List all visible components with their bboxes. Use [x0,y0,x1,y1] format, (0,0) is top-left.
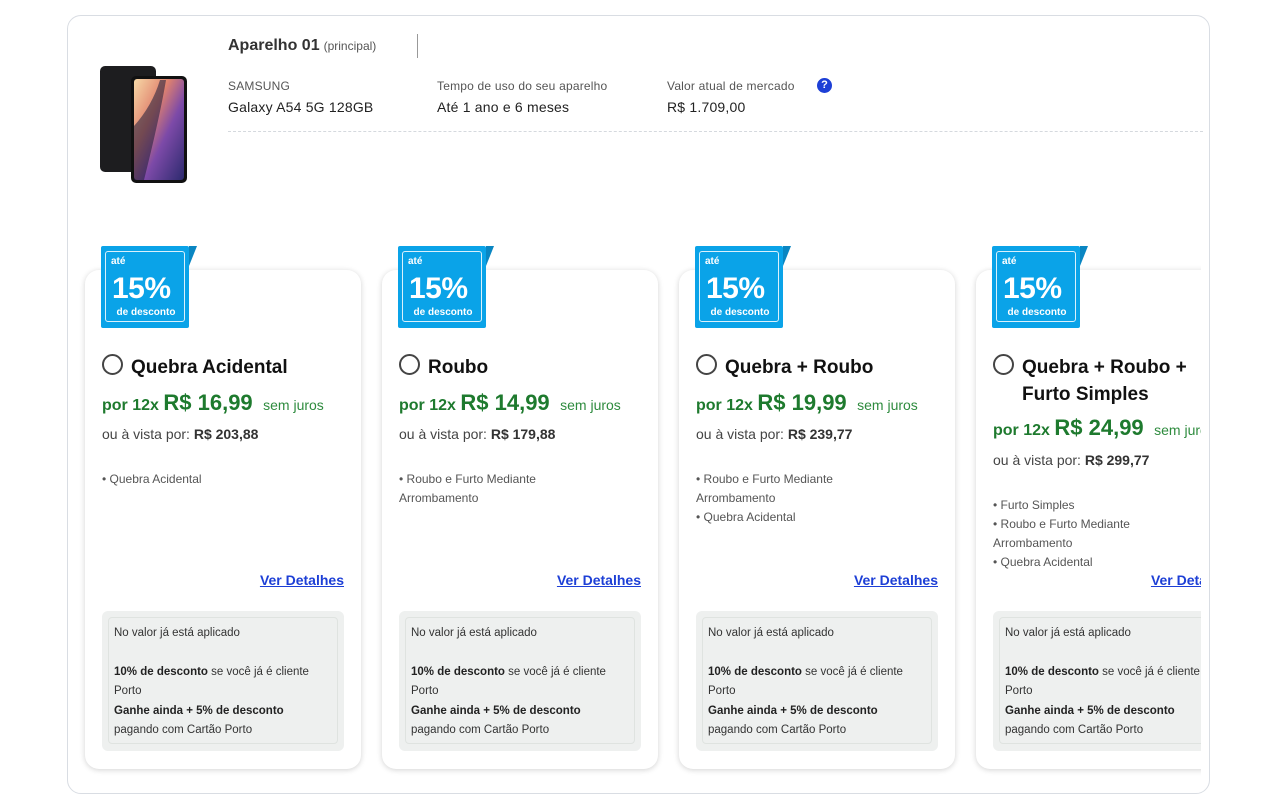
installment-price: por 12x R$ 19,99 sem juros [696,390,918,415]
promo-box: No valor já está aplicado 10% de descont… [399,611,641,751]
cash-value: R$ 239,77 [787,426,853,442]
coverage-item: • Furto Simples [993,498,1075,512]
device-title: Aparelho 01 (principal) [228,37,376,55]
insurance-panel: Aparelho 01 (principal) SAMSUNG Galaxy A… [67,15,1210,794]
promo-box: No valor já está aplicado 10% de descont… [696,611,938,751]
plan-radio[interactable] [696,354,717,375]
promo-box: No valor já está aplicado 10% de descont… [102,611,344,751]
cash-price: ou à vista por: R$ 203,88 [102,426,259,442]
discount-badge: até 15% de desconto [695,246,791,328]
coverage-item: • Roubo e Furto Mediante Arrombamento [993,517,1130,550]
installment-value: R$ 16,99 [163,390,253,415]
details-link[interactable]: Ver Detalhes [1151,572,1201,588]
plan-card[interactable]: até 15% de desconto Roubo por 12x R$ 14,… [382,246,658,769]
discount-badge: até 15% de desconto [992,246,1088,328]
badge-ate: até [111,256,126,267]
model-value: Galaxy A54 5G 128GB [228,99,374,115]
badge-percent: 15% [112,272,171,305]
cash-price: ou à vista por: R$ 299,77 [993,452,1150,468]
discount-badge: até 15% de desconto [101,246,197,328]
plan-title: Quebra Acidental [131,357,288,378]
details-link[interactable]: Ver Detalhes [854,572,938,588]
coverage-item: • Quebra Acidental [696,510,796,524]
cash-value: R$ 203,88 [193,426,259,442]
installment-value: R$ 24,99 [1054,415,1144,440]
plan-card[interactable]: até 15% de desconto Quebra + Roubo + Fur… [976,246,1201,769]
discount-badge: até 15% de desconto [398,246,494,328]
installment-value: R$ 19,99 [757,390,847,415]
plan-title: Quebra + Roubo [725,357,874,378]
plans-carousel: até 15% de desconto Quebra Acidental por… [68,241,1201,793]
usage-value: Até 1 ano e 6 meses [437,99,570,115]
coverage-list: • Roubo e Furto Mediante Arrombamento [399,470,569,508]
dashed-divider [228,131,1203,132]
coverage-item: • Quebra Acidental [102,472,202,486]
installment-value: R$ 14,99 [460,390,550,415]
details-link[interactable]: Ver Detalhes [260,572,344,588]
device-brand-model: SAMSUNG Galaxy A54 5G 128GB [228,79,373,115]
badge-desc: de desconto [116,307,176,318]
plan-radio[interactable] [102,354,123,375]
installment-price: por 12x R$ 14,99 sem juros [399,390,621,415]
coverage-list: • Roubo e Furto Mediante Arrombamento • … [696,470,866,527]
device-market-value: Valor atual de mercado R$ 1.709,00 [667,79,795,115]
usage-label: Tempo de uso do seu aparelho [437,79,608,93]
plan-title: Quebra + Roubo + Furto Simples [1022,357,1187,405]
installment-price: por 12x R$ 24,99 sem juros [993,415,1201,440]
coverage-list: • Furto Simples • Roubo e Furto Mediante… [993,496,1163,572]
plan-card[interactable]: até 15% de desconto Quebra Acidental por… [85,246,361,769]
plan-title: Roubo [428,357,489,378]
device-usage: Tempo de uso do seu aparelho Até 1 ano e… [437,79,607,115]
promo-box: No valor já está aplicado 10% de descont… [993,611,1201,751]
coverage-item: • Quebra Acidental [993,555,1093,569]
cash-price: ou à vista por: R$ 179,88 [399,426,556,442]
coverage-item: • Roubo e Furto Mediante Arrombamento [399,472,536,505]
device-name: Aparelho 01 [228,37,320,54]
market-label: Valor atual de mercado [667,79,795,93]
cash-value: R$ 179,88 [490,426,556,442]
coverage-item: • Roubo e Furto Mediante Arrombamento [696,472,833,505]
device-tag: (principal) [323,39,377,53]
coverage-list: • Quebra Acidental [102,470,342,489]
plan-card[interactable]: até 15% de desconto Quebra + Roubo por 1… [679,246,955,769]
cash-value: R$ 299,77 [1084,452,1150,468]
divider [417,34,418,58]
cash-price: ou à vista por: R$ 239,77 [696,426,853,442]
installment-price: por 12x R$ 16,99 sem juros [102,390,324,415]
phone-image [100,66,187,183]
market-value: R$ 1.709,00 [667,99,746,115]
help-icon[interactable]: ? [817,78,832,93]
details-link[interactable]: Ver Detalhes [557,572,641,588]
plan-radio[interactable] [399,354,420,375]
plan-radio[interactable] [993,354,1014,375]
brand-label: SAMSUNG [228,79,291,93]
